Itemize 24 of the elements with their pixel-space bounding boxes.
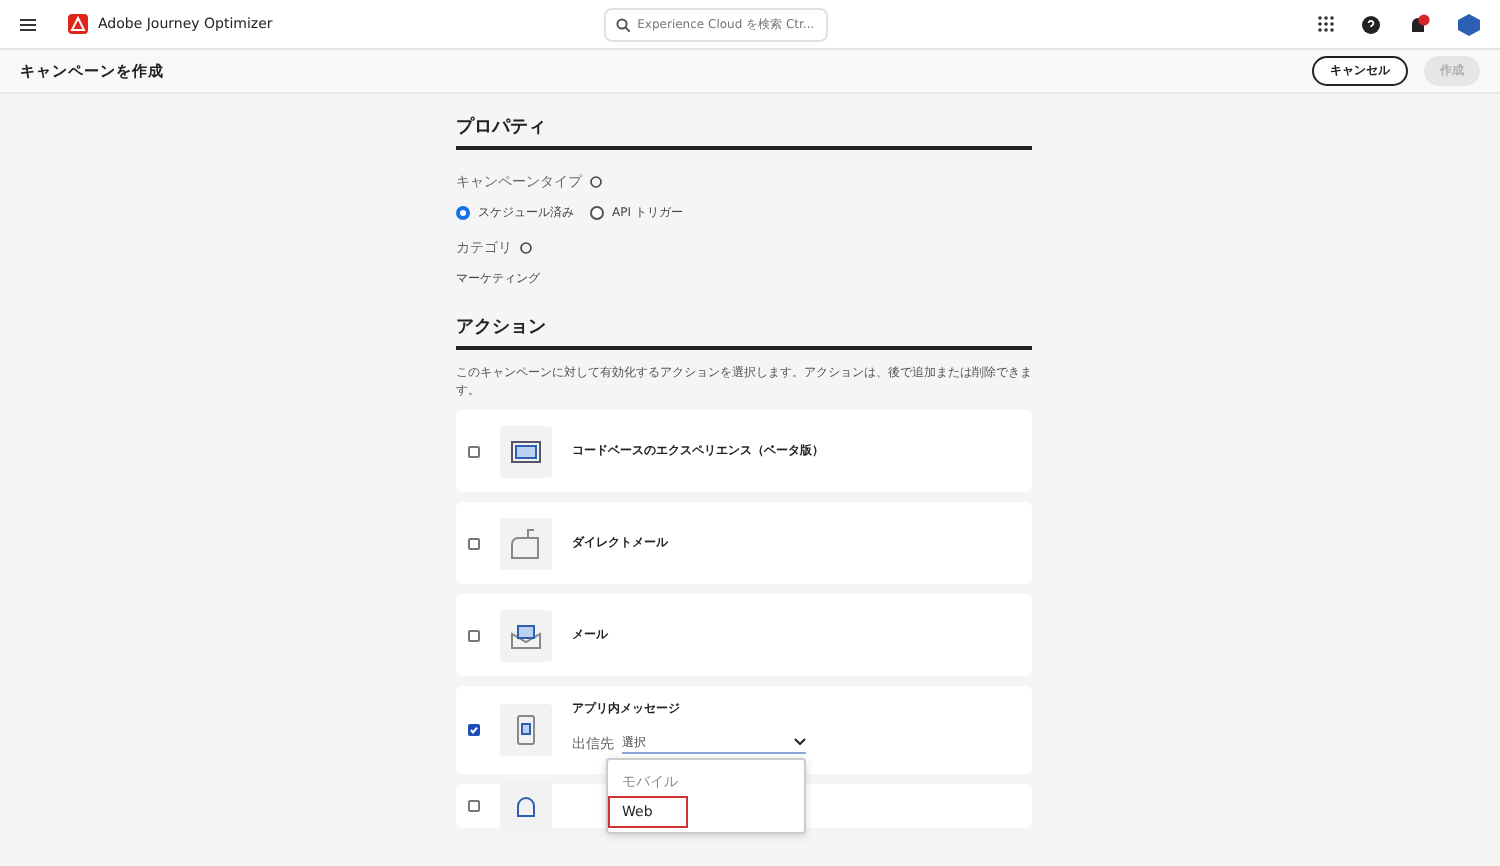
section-heading: アクション xyxy=(456,314,1032,350)
search-icon xyxy=(615,17,630,31)
checkbox[interactable] xyxy=(468,800,480,813)
help-icon[interactable] xyxy=(1362,15,1380,33)
bell-icon xyxy=(512,792,540,821)
checkbox[interactable] xyxy=(468,537,480,550)
menu-icon[interactable] xyxy=(20,17,36,31)
checkbox[interactable] xyxy=(468,724,480,737)
apps-grid-icon[interactable] xyxy=(1318,16,1334,32)
checkbox[interactable] xyxy=(468,445,480,458)
radio-button[interactable] xyxy=(456,206,470,220)
envelope-icon xyxy=(510,621,542,650)
notification-bell-icon[interactable] xyxy=(1408,13,1430,35)
monitor-icon xyxy=(510,439,542,464)
chevron-down-icon xyxy=(794,738,806,747)
radio-button[interactable] xyxy=(590,206,604,220)
avatar-icon[interactable] xyxy=(1458,13,1480,35)
mailbox-icon xyxy=(508,527,544,560)
info-icon xyxy=(590,176,602,188)
logo-icon xyxy=(68,14,88,34)
checkbox[interactable] xyxy=(468,629,480,642)
section-heading: プロパティ xyxy=(456,114,1032,150)
info-icon xyxy=(520,242,532,254)
phone-icon xyxy=(516,714,536,747)
